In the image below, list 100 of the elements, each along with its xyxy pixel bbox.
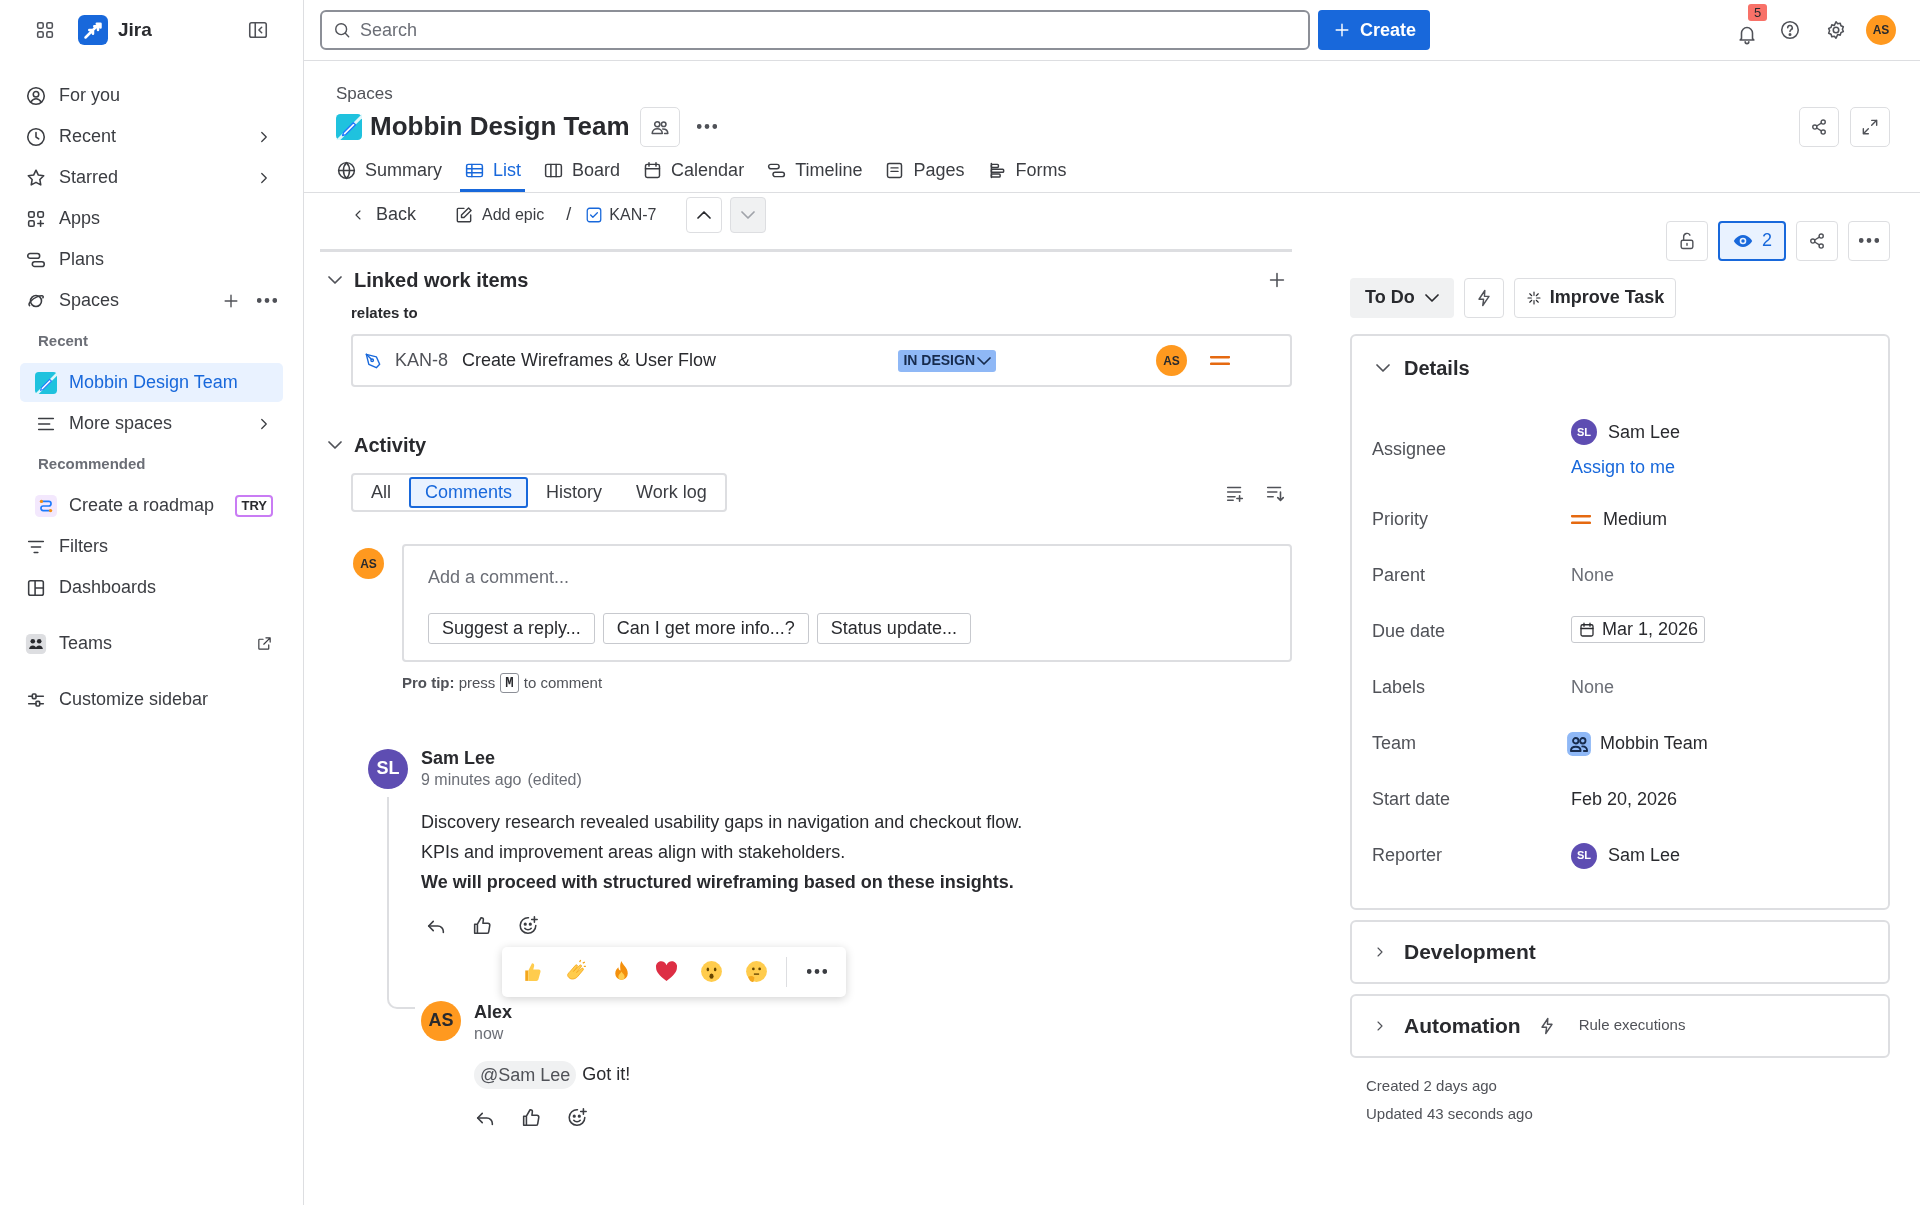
- sidebar-item[interactable]: Plans: [20, 240, 283, 279]
- clock-icon: [25, 125, 47, 148]
- fullscreen-button[interactable]: [1850, 106, 1890, 147]
- section-title: Linked work items: [354, 267, 529, 293]
- automation-button[interactable]: [1463, 277, 1504, 318]
- space-tab[interactable]: Board: [539, 151, 625, 192]
- user-mention[interactable]: @Sam Lee: [474, 1060, 577, 1089]
- suggestion-chip[interactable]: Suggest a reply...: [428, 613, 595, 644]
- notification-count: 5: [1748, 4, 1768, 21]
- sidebar-item[interactable]: Spaces: [20, 281, 217, 320]
- issue-key-link[interactable]: KAN-7: [585, 202, 657, 227]
- breadcrumb-separator: /: [566, 203, 572, 226]
- edited-label: (edited): [527, 769, 582, 790]
- edit-icon: [454, 204, 475, 225]
- breadcrumb-link[interactable]: Spaces: [336, 61, 393, 107]
- sidebar-item[interactable]: Starred: [20, 158, 283, 197]
- field-label: Labels: [1372, 676, 1426, 699]
- team-icon: [1566, 730, 1592, 757]
- person-avatar: SL: [1571, 419, 1597, 445]
- settings-icon: [1825, 19, 1847, 41]
- more-button[interactable]: [1848, 220, 1890, 261]
- sidebar-item[interactable]: Create a roadmap TRY: [20, 486, 283, 525]
- share-button[interactable]: [1799, 106, 1839, 147]
- comment-text: KPIs and improvement areas align with stakeholders.: [421, 840, 846, 864]
- more-icon: [696, 124, 717, 129]
- space-title: Mobbin Design Team: [370, 110, 630, 143]
- back-button[interactable]: Back: [350, 201, 417, 228]
- space-tab[interactable]: Calendar: [638, 151, 749, 192]
- sparkle-icon: [1525, 289, 1542, 306]
- previous-item-button[interactable]: [686, 196, 723, 233]
- comment-time: 9 minutes ago: [421, 769, 522, 790]
- panel-title: Development: [1404, 938, 1536, 965]
- assignee-avatar: AS: [1156, 345, 1187, 376]
- share-icon: [1809, 116, 1829, 137]
- share-icon: [1807, 230, 1827, 251]
- improve-task-button[interactable]: Improve Task: [1513, 277, 1677, 318]
- sidebar-item[interactable]: Customize sidebar: [20, 680, 283, 719]
- field-value: Sam Lee: [1608, 420, 1681, 444]
- section-title: Activity: [354, 433, 427, 458]
- search-field[interactable]: Search: [320, 10, 1310, 50]
- sidebar-item[interactable]: Filters: [20, 527, 283, 566]
- sidebar-item[interactable]: Dashboards: [20, 568, 283, 607]
- space-tab[interactable]: Forms: [982, 151, 1071, 192]
- comment-time: now: [474, 1023, 504, 1044]
- status-dropdown[interactable]: To Do: [1350, 277, 1454, 318]
- thinking-face-icon: [743, 959, 769, 984]
- sidebar-item[interactable]: Teams: [20, 624, 283, 663]
- panel-title: Details: [1404, 355, 1470, 381]
- field-label: Start date: [1372, 788, 1451, 811]
- field-value: Mobbin Team: [1600, 732, 1708, 755]
- space-tab[interactable]: Timeline: [762, 151, 867, 192]
- thumbs-up-icon: [471, 914, 493, 937]
- author-avatar: SL: [368, 748, 408, 789]
- restrictions-button[interactable]: [1666, 220, 1708, 261]
- chevron-down-icon: [328, 275, 342, 284]
- user-icon: [25, 84, 47, 107]
- priority-icon: [1571, 515, 1591, 524]
- issue-summary: Create Wireframes & User Flow: [462, 349, 717, 372]
- space-tab[interactable]: Pages: [880, 151, 969, 192]
- add-epic-button[interactable]: Add epic: [454, 202, 545, 227]
- space-logo-icon: [336, 113, 362, 140]
- activity-tab[interactable]: All: [355, 477, 407, 508]
- sidebar-item[interactable]: Mobbin Design Team: [20, 363, 283, 402]
- sidebar-item[interactable]: More spaces: [20, 404, 283, 443]
- status-lozenge[interactable]: IN DESIGN: [898, 349, 996, 372]
- activity-tab[interactable]: Work log: [620, 477, 723, 508]
- sidebar-item[interactable]: For you: [20, 76, 283, 115]
- space-tab[interactable]: Summary: [332, 151, 446, 192]
- try-badge: TRY: [235, 494, 273, 517]
- add-reaction-icon: [517, 914, 539, 937]
- field-value: Sam Lee: [1608, 844, 1681, 867]
- pro-tip-text: to comment: [523, 673, 603, 693]
- collapsible-panel[interactable]: Development: [1350, 919, 1890, 984]
- watchers-button[interactable]: 2: [1718, 220, 1786, 261]
- jira-logo-icon: [78, 15, 108, 45]
- field-label: Parent: [1372, 564, 1426, 587]
- assign-to-me-link[interactable]: Assign to me: [1571, 453, 1676, 481]
- calendar-icon: [1578, 620, 1596, 639]
- suggestion-chip[interactable]: Status update...: [816, 613, 971, 644]
- sidebar-item[interactable]: Apps: [20, 199, 283, 238]
- field-label: Team: [1372, 732, 1416, 755]
- field-label: Reporter: [1372, 844, 1443, 867]
- jira-home-link[interactable]: Jira: [78, 15, 152, 45]
- date-field[interactable]: Mar 1, 2026: [1571, 616, 1706, 644]
- section-heading: Recent: [37, 331, 90, 352]
- activity-tab[interactable]: Comments: [409, 477, 529, 508]
- comment-input[interactable]: Add a comment...: [428, 564, 1266, 591]
- updated-text: Updated 43 seconds ago: [1366, 1103, 1533, 1124]
- create-button[interactable]: Create: [1318, 10, 1431, 50]
- share-button[interactable]: [1796, 220, 1838, 261]
- suggestion-chip[interactable]: Can I get more info...?: [602, 613, 809, 644]
- issue-key: KAN-8: [395, 347, 448, 374]
- space-tab[interactable]: List: [460, 151, 526, 192]
- people-button[interactable]: [639, 106, 680, 147]
- collapsible-panel[interactable]: Automation Rule executions: [1350, 993, 1890, 1058]
- linked-item-row[interactable]: KAN-8 Create Wireframes & User Flow IN DESIGN AS: [351, 334, 1292, 387]
- grid-icon: [34, 19, 56, 41]
- activity-tab[interactable]: History: [530, 477, 619, 508]
- more-icon: [807, 969, 827, 974]
- sidebar-item[interactable]: Recent: [20, 117, 283, 156]
